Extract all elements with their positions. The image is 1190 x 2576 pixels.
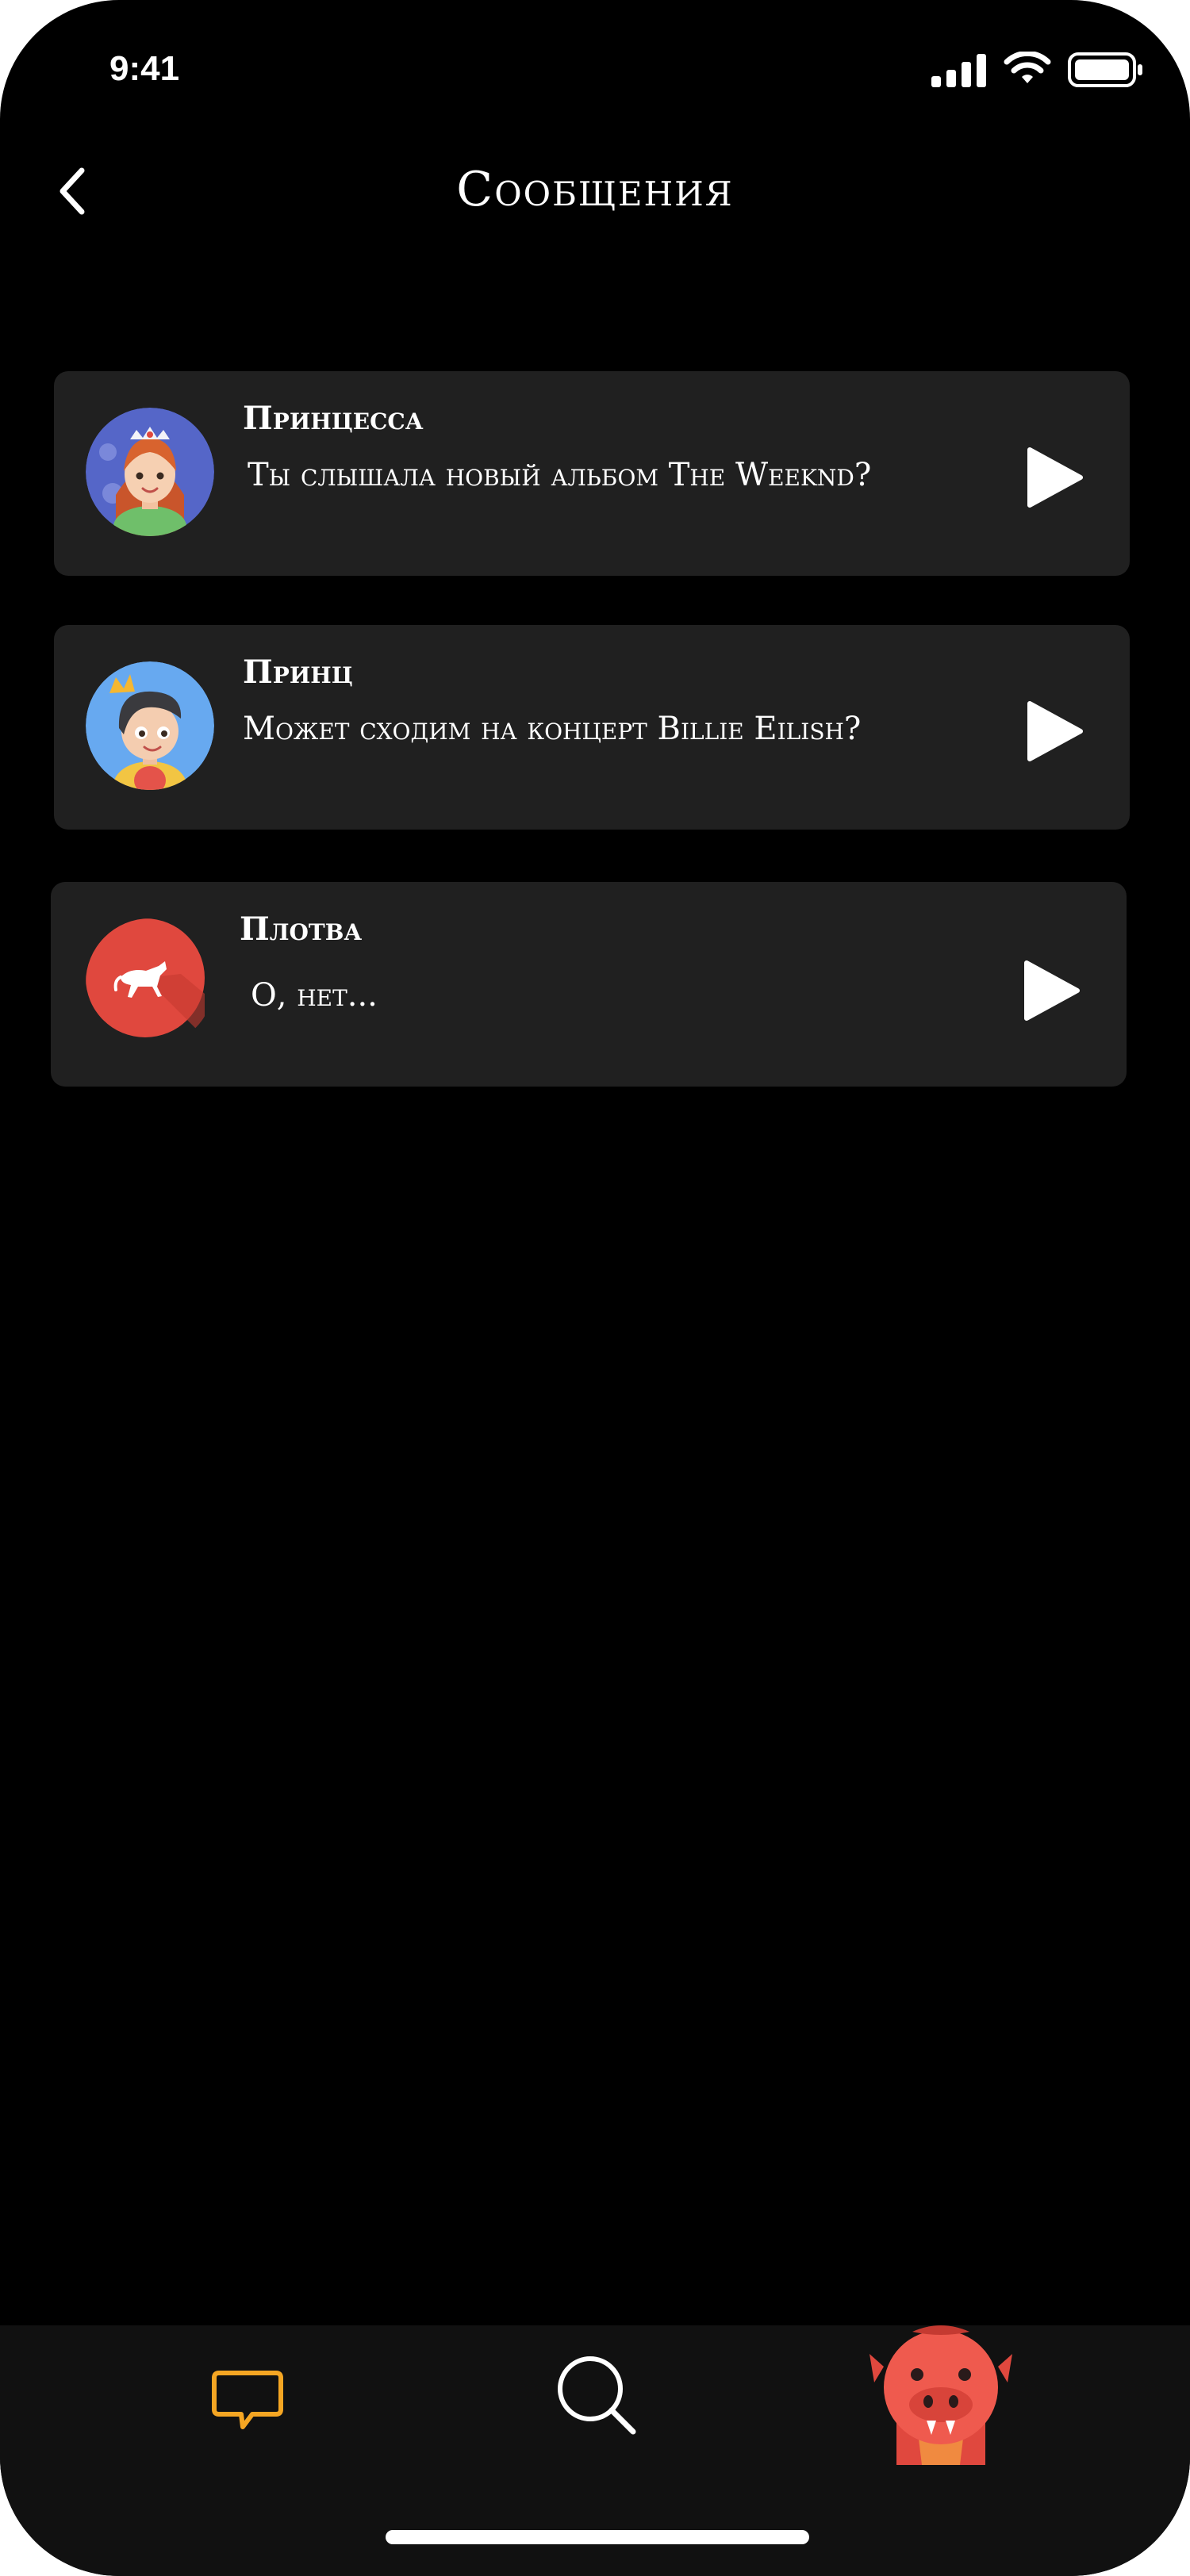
home-indicator[interactable] — [386, 2530, 809, 2544]
tab-profile[interactable] — [865, 2322, 1017, 2465]
signal-icon — [931, 54, 986, 87]
chat-bubble-icon — [212, 2371, 283, 2429]
page-title: Сообщения — [456, 162, 734, 217]
avatar-princess — [86, 408, 214, 536]
message-card-roach[interactable]: Плотва О, нет... — [51, 882, 1127, 1087]
message-card-princess[interactable]: Принцесса Ты слышала новый альбом The We… — [54, 371, 1130, 576]
message-text: Может сходим на концерт Billie Eilish? — [243, 711, 862, 747]
message-text: О, нет... — [251, 977, 378, 1014]
battery-icon — [1068, 52, 1142, 87]
sender-name: Принцесса — [243, 400, 424, 437]
tab-search[interactable] — [555, 2354, 638, 2436]
avatar-prince — [86, 661, 214, 790]
play-icon[interactable] — [1023, 960, 1081, 1022]
status-time: 9:41 — [109, 49, 180, 88]
message-card-prince[interactable]: Принц Может сходим на концерт Billie Eil… — [54, 625, 1130, 830]
wifi-icon — [1004, 52, 1051, 83]
phone-screen: 9:41 Сообщения Принцесса Ты слышала новы… — [0, 0, 1190, 2576]
avatar-horse — [86, 918, 214, 1047]
play-icon[interactable] — [1027, 447, 1084, 508]
sender-name: Принц — [243, 654, 353, 691]
message-text: Ты слышала новый альбом The Weeknd? — [248, 457, 872, 493]
tab-messages[interactable] — [208, 2360, 287, 2440]
status-icons — [931, 49, 1144, 90]
play-icon[interactable] — [1027, 700, 1084, 762]
search-icon — [558, 2356, 636, 2435]
monster-avatar-icon — [869, 2325, 1012, 2465]
sender-name: Плотва — [240, 910, 363, 948]
